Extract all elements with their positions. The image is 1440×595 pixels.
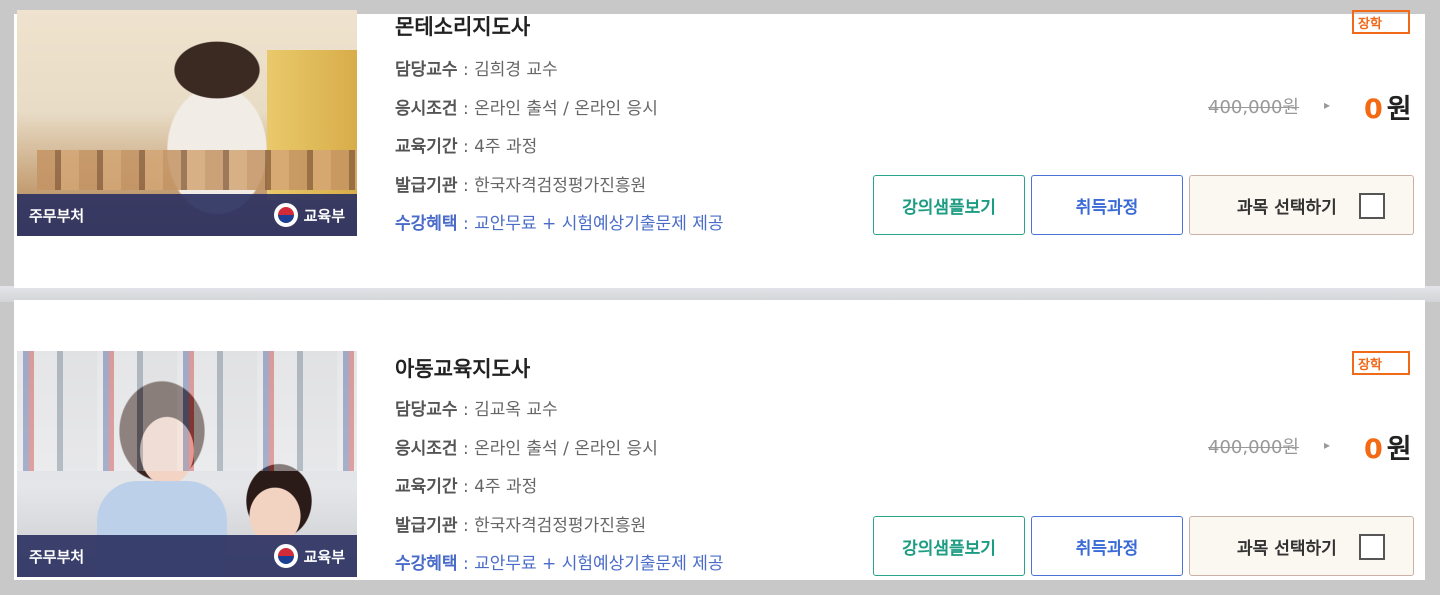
taegeuk-emblem-icon — [273, 203, 298, 227]
course-title[interactable]: 몬테소리지도사 — [395, 11, 530, 41]
info-row-benefit: 수강혜택 : 교안무료 + 시험예상기출문제 제공 — [395, 549, 724, 588]
course-thumbnail[interactable]: 주무부처 교육부 — [17, 351, 357, 577]
info-value: : 4주 과정 — [457, 477, 538, 497]
info-value: : 4주 과정 — [457, 137, 538, 157]
thumbnail-ministry-bar: 주무부처 교육부 — [17, 535, 357, 577]
info-row-professor: 담당교수 : 김교옥 교수 — [395, 395, 724, 434]
ministry-name: 교육부 — [273, 203, 345, 227]
lecture-sample-button[interactable]: 강의샘플보기 — [873, 516, 1025, 576]
info-label: 담당교수 — [395, 60, 458, 80]
arrow-right-icon: ▸ — [1324, 98, 1331, 112]
sale-price-number: 0 — [1364, 94, 1383, 125]
info-row-issuer: 발급기관 : 한국자격검정평가진흥원 — [395, 171, 724, 210]
sale-price-number: 0 — [1364, 434, 1383, 465]
scholarship-badge: 장학 — [1352, 351, 1410, 375]
course-card-child-education: 주무부처 교육부 아동교육지도사 담당교수 : 김교옥 교수 응시조건 : 온라… — [14, 300, 1425, 580]
course-card-montessori: 주무부처 교육부 몬테소리지도사 담당교수 : 김희경 교수 응시조건 : 온라… — [14, 10, 1425, 288]
info-label: 교육기간 — [395, 137, 458, 157]
select-course-button[interactable]: 과목 선택하기 — [1189, 175, 1414, 235]
ministry-name-text: 교육부 — [303, 206, 345, 225]
ministry-label: 주무부처 — [29, 547, 85, 566]
info-row-duration: 교육기간 : 4주 과정 — [395, 132, 724, 171]
sale-price-unit: 원 — [1386, 434, 1412, 465]
info-label: 응시조건 — [395, 98, 458, 119]
info-value: : 온라인 출석 / 온라인 응시 — [457, 98, 658, 119]
certification-course-button[interactable]: 취득과정 — [1031, 516, 1183, 576]
info-label: 수강혜택 — [395, 554, 458, 574]
arrow-right-icon: ▸ — [1324, 438, 1331, 452]
sale-price-unit: 원 — [1386, 94, 1412, 125]
lecture-sample-button[interactable]: 강의샘플보기 — [873, 175, 1025, 235]
info-label: 교육기간 — [395, 477, 458, 497]
sale-price: 0원 — [1364, 427, 1412, 466]
info-label: 담당교수 — [395, 400, 458, 420]
scholarship-badge: 장학 — [1352, 10, 1410, 34]
info-row-benefit: 수강혜택 : 교안무료 + 시험예상기출문제 제공 — [395, 209, 724, 248]
course-title[interactable]: 아동교육지도사 — [395, 353, 530, 383]
course-info-list: 담당교수 : 김교옥 교수 응시조건 : 온라인 출석 / 온라인 응시 교육기… — [395, 395, 724, 588]
select-course-checkbox[interactable] — [1359, 193, 1385, 219]
ministry-label: 주무부처 — [29, 206, 85, 225]
select-course-label: 과목 선택하기 — [1237, 197, 1337, 218]
info-value: : 한국자격검정평가진흥원 — [457, 515, 647, 536]
original-price: 400,000원 — [1208, 437, 1299, 458]
thumbnail-ministry-bar: 주무부처 교육부 — [17, 194, 357, 236]
course-thumbnail[interactable]: 주무부처 교육부 — [17, 10, 357, 236]
info-row-exam-condition: 응시조건 : 온라인 출석 / 온라인 응시 — [395, 434, 724, 473]
info-row-duration: 교육기간 : 4주 과정 — [395, 472, 724, 511]
course-info-list: 담당교수 : 김희경 교수 응시조건 : 온라인 출석 / 온라인 응시 교육기… — [395, 55, 724, 248]
ministry-name: 교육부 — [273, 544, 345, 568]
original-price: 400,000원 — [1208, 97, 1299, 118]
info-label: 발급기관 — [395, 175, 458, 196]
select-course-button[interactable]: 과목 선택하기 — [1189, 516, 1414, 576]
sale-price: 0원 — [1364, 87, 1412, 126]
info-label: 수강혜택 — [395, 214, 458, 234]
info-row-professor: 담당교수 : 김희경 교수 — [395, 55, 724, 94]
info-row-issuer: 발급기관 : 한국자격검정평가진흥원 — [395, 511, 724, 550]
select-course-checkbox[interactable] — [1359, 534, 1385, 560]
info-row-exam-condition: 응시조건 : 온라인 출석 / 온라인 응시 — [395, 94, 724, 133]
info-value: : 온라인 출석 / 온라인 응시 — [457, 438, 658, 459]
ministry-name-text: 교육부 — [303, 547, 345, 566]
info-label: 응시조건 — [395, 438, 458, 459]
info-value: : 한국자격검정평가진흥원 — [457, 175, 647, 196]
info-value: : 교안무료 + 시험예상기출문제 제공 — [457, 214, 724, 234]
certification-course-button[interactable]: 취득과정 — [1031, 175, 1183, 235]
taegeuk-emblem-icon — [273, 544, 298, 568]
info-label: 발급기관 — [395, 515, 458, 536]
info-value: : 교안무료 + 시험예상기출문제 제공 — [457, 554, 724, 574]
info-value: : 김교옥 교수 — [457, 400, 558, 420]
info-value: : 김희경 교수 — [457, 60, 558, 80]
select-course-label: 과목 선택하기 — [1237, 538, 1337, 559]
